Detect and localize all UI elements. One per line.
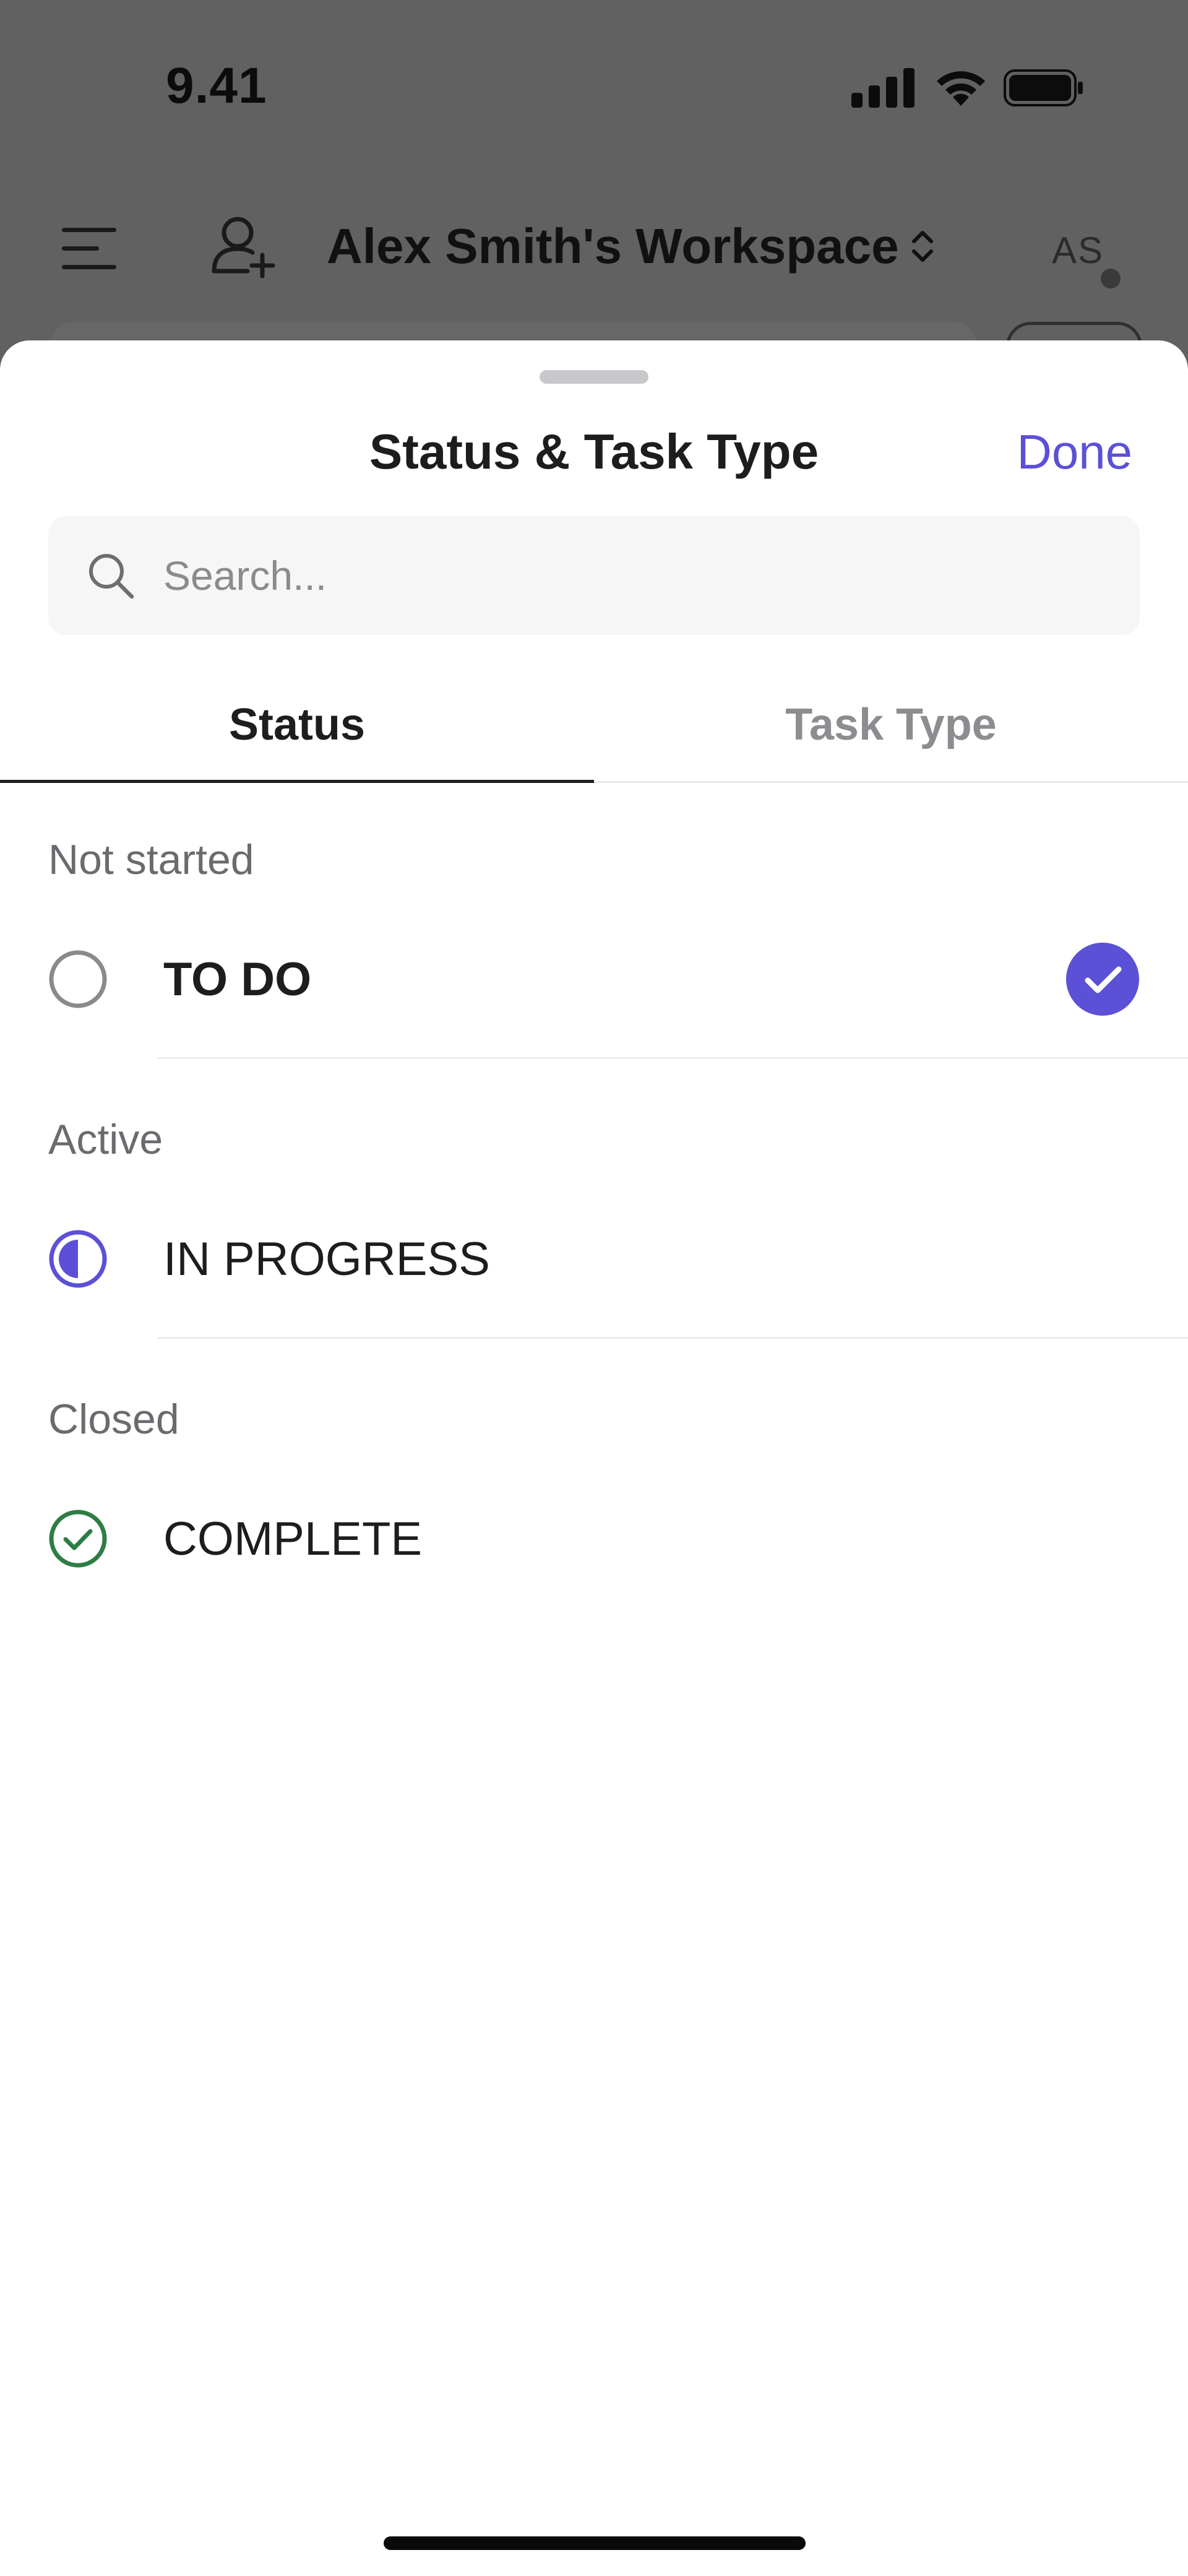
- status-time: 9.41: [166, 58, 267, 114]
- status-option-label: TO DO: [163, 953, 312, 1006]
- group-label-not-started: Not started: [48, 836, 254, 883]
- workspace-switcher[interactable]: Alex Smith's Workspace: [327, 215, 935, 277]
- check-circle-icon: [49, 1510, 107, 1568]
- add-user-icon[interactable]: [209, 212, 277, 280]
- tab-task-type[interactable]: Task Type: [594, 675, 1188, 781]
- status-option-to-do[interactable]: TO DO: [0, 916, 1188, 1040]
- status-bar: 9.41: [0, 0, 1188, 161]
- status-option-label: IN PROGRESS: [163, 1233, 490, 1286]
- chevron-updown-icon: [911, 231, 933, 262]
- status-icons: [851, 68, 1084, 108]
- menu-icon[interactable]: [59, 223, 119, 275]
- cellular-signal-icon: [851, 68, 915, 108]
- status-option-label: COMPLETE: [163, 1513, 423, 1565]
- row-divider: [157, 1337, 1188, 1339]
- group-label-closed: Closed: [48, 1396, 179, 1443]
- status-option-in-progress[interactable]: IN PROGRESS: [0, 1196, 1188, 1320]
- search-field[interactable]: [48, 516, 1140, 635]
- tab-bar: Status Task Type: [0, 675, 1188, 783]
- status-option-complete[interactable]: COMPLETE: [0, 1476, 1188, 1599]
- search-input[interactable]: [162, 551, 1093, 600]
- search-icon: [89, 554, 134, 599]
- app-header: Alex Smith's Workspace AS: [0, 198, 1188, 297]
- selected-check-icon: [1066, 943, 1139, 1016]
- done-button[interactable]: Done: [984, 421, 1132, 483]
- battery-icon: [1004, 69, 1083, 106]
- group-label-active: Active: [48, 1116, 163, 1163]
- tab-status[interactable]: Status: [0, 675, 594, 781]
- sheet-grabber[interactable]: [540, 370, 648, 384]
- status-task-type-sheet: Status & Task Type Done Status Task Type…: [0, 340, 1188, 2576]
- tab-selected-indicator: [0, 780, 594, 783]
- row-divider: [157, 1057, 1188, 1059]
- half-circle-icon: [49, 1230, 107, 1288]
- workspace-title: Alex Smith's Workspace: [327, 218, 899, 274]
- circle-empty-icon: [49, 950, 107, 1008]
- home-indicator: [384, 2536, 806, 2550]
- wifi-icon: [937, 71, 985, 106]
- avatar-status-dot: [1097, 265, 1124, 292]
